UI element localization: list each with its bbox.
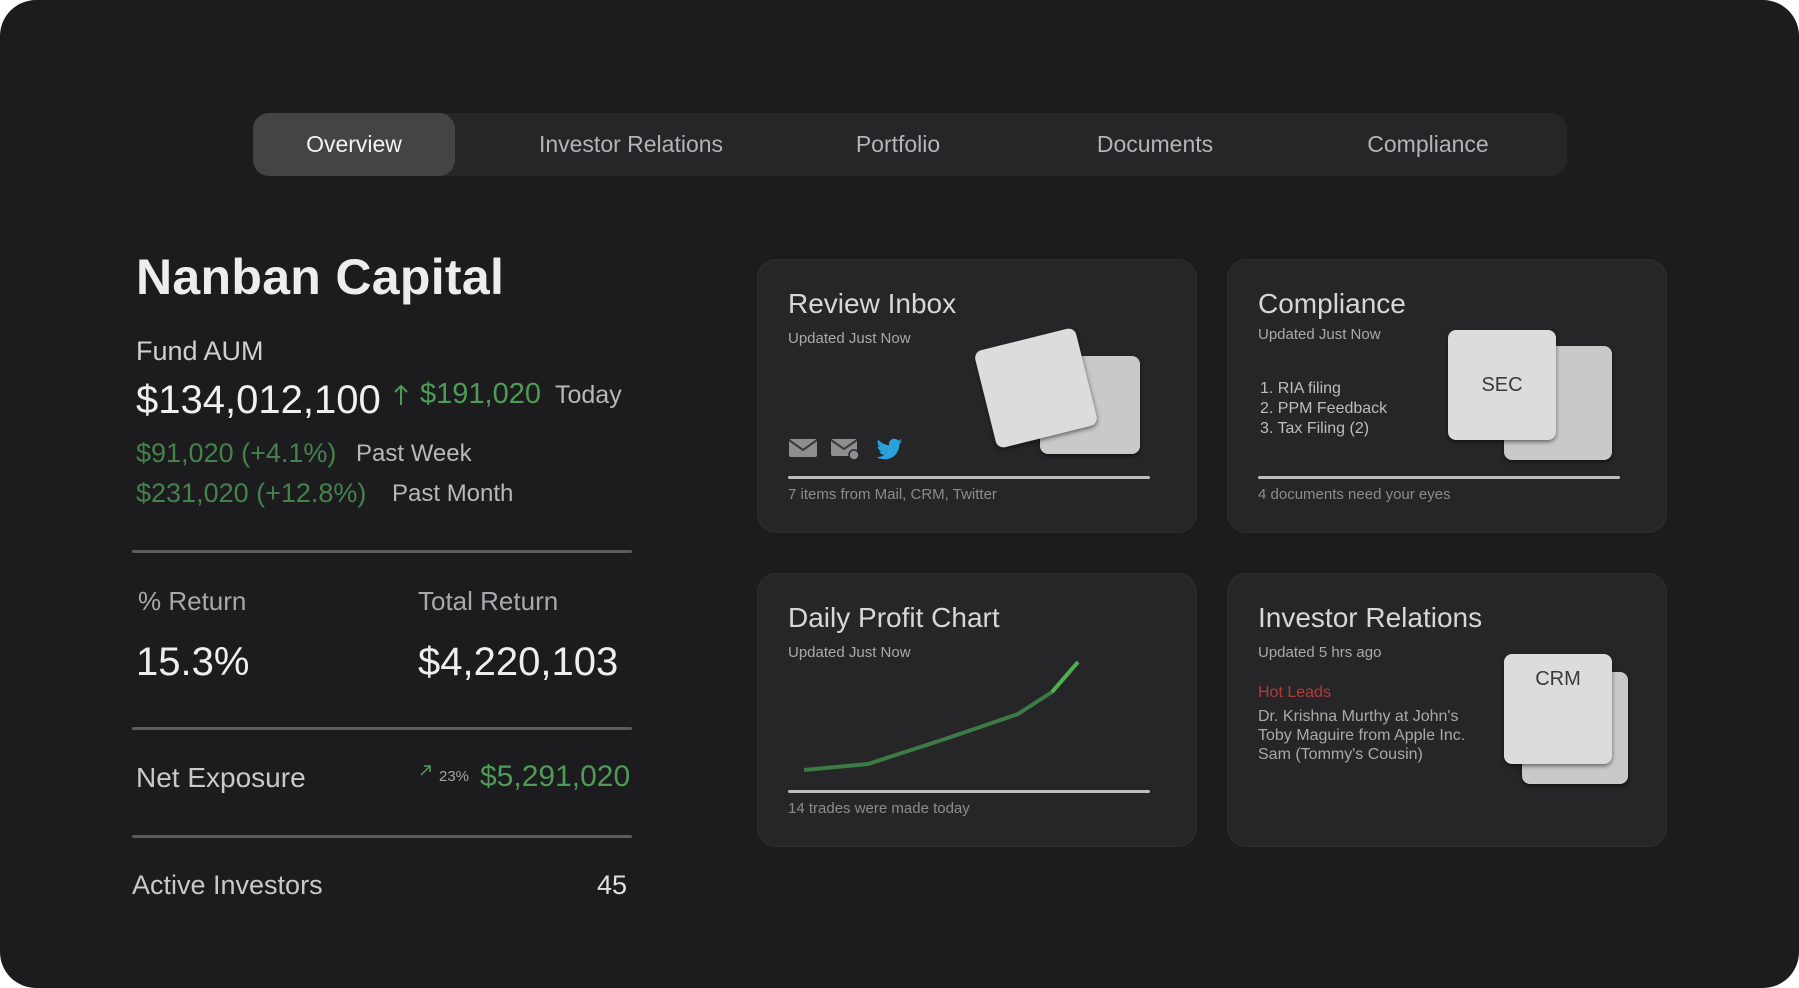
month-change: $231,020 (+12.8%) <box>136 478 367 508</box>
fund-name: Nanban Capital <box>136 249 505 305</box>
active-investors-value: 45 <box>597 870 628 900</box>
hot-leads-label: Hot Leads <box>1258 684 1331 701</box>
compliance-item[interactable]: 1. RIA filing <box>1260 380 1341 398</box>
card-title: Review Inbox <box>788 288 957 319</box>
tab-portfolio[interactable]: Portfolio <box>823 113 973 176</box>
daily-profit-card[interactable]: Daily Profit Chart Updated Just Now 14 t… <box>758 574 1196 846</box>
lead-item[interactable]: Toby Maguire from Apple Inc. <box>1258 727 1465 745</box>
month-label: Past Month <box>392 480 514 507</box>
profit-line-chart <box>803 660 1080 772</box>
net-exposure-pct: 23% <box>439 768 470 785</box>
compliance-item[interactable]: 2. PPM Feedback <box>1260 400 1387 418</box>
net-exposure-label: Net Exposure <box>136 762 306 793</box>
twitter-icon[interactable] <box>874 436 904 460</box>
tab-bar: Overview Investor Relations Portfolio Do… <box>253 113 1567 176</box>
investor-relations-card[interactable]: Investor Relations Updated 5 hrs ago Hot… <box>1228 574 1666 846</box>
card-footer: 14 trades were made today <box>788 800 970 817</box>
compliance-card[interactable]: Compliance Updated Just Now 1. RIA filin… <box>1228 260 1666 532</box>
today-change: $191,020 <box>420 378 541 410</box>
review-inbox-card[interactable]: Review Inbox Updated Just Now 7 items fr… <box>758 260 1196 532</box>
card-subtitle: Updated Just Now <box>788 330 911 347</box>
lead-item[interactable]: Dr. Krishna Murthy at John's <box>1258 708 1458 726</box>
compliance-item[interactable]: 3. Tax Filing (2) <box>1260 420 1369 438</box>
card-subtitle: Updated Just Now <box>1258 326 1381 343</box>
tab-overview[interactable]: Overview <box>253 113 455 176</box>
arrow-up-right-icon <box>420 765 431 776</box>
lead-item[interactable]: Sam (Tommy's Cousin) <box>1258 746 1423 764</box>
today-label: Today <box>555 381 622 409</box>
card-title: Daily Profit Chart <box>788 602 1000 633</box>
divider <box>132 550 632 553</box>
card-divider <box>788 476 1150 479</box>
crm-document: CRM <box>1504 654 1612 764</box>
tab-investor-relations[interactable]: Investor Relations <box>501 113 761 176</box>
profit-series-line <box>803 660 1080 772</box>
card-divider <box>1258 476 1620 479</box>
week-change: $91,020 (+4.1%) <box>136 438 337 468</box>
card-footer: 4 documents need your eyes <box>1258 486 1451 503</box>
week-label: Past Week <box>356 440 472 467</box>
card-subtitle: Updated 5 hrs ago <box>1258 644 1382 661</box>
divider <box>132 727 632 730</box>
aum-value: $134,012,100 <box>136 378 381 422</box>
card-footer: 7 items from Mail, CRM, Twitter <box>788 486 997 503</box>
active-investors-label: Active Investors <box>132 870 323 900</box>
total-return-value: $4,220,103 <box>418 640 619 684</box>
tab-documents[interactable]: Documents <box>1065 113 1245 176</box>
app-window: Overview Investor Relations Portfolio Do… <box>0 0 1799 988</box>
card-divider <box>788 790 1150 793</box>
card-title: Investor Relations <box>1258 602 1483 633</box>
sec-document: SEC <box>1448 330 1556 440</box>
pct-return-label: % Return <box>138 586 247 616</box>
mail-icon[interactable] <box>788 436 818 460</box>
pct-return-value: 15.3% <box>136 640 250 684</box>
divider <box>132 835 632 838</box>
arrow-up-icon <box>394 384 408 405</box>
net-exposure-value: $5,291,020 <box>480 760 631 793</box>
total-return-label: Total Return <box>418 586 559 616</box>
tab-compliance[interactable]: Compliance <box>1338 113 1518 176</box>
mail-settings-icon[interactable] <box>830 436 860 460</box>
card-title: Compliance <box>1258 288 1406 319</box>
aum-label: Fund AUM <box>136 336 264 366</box>
